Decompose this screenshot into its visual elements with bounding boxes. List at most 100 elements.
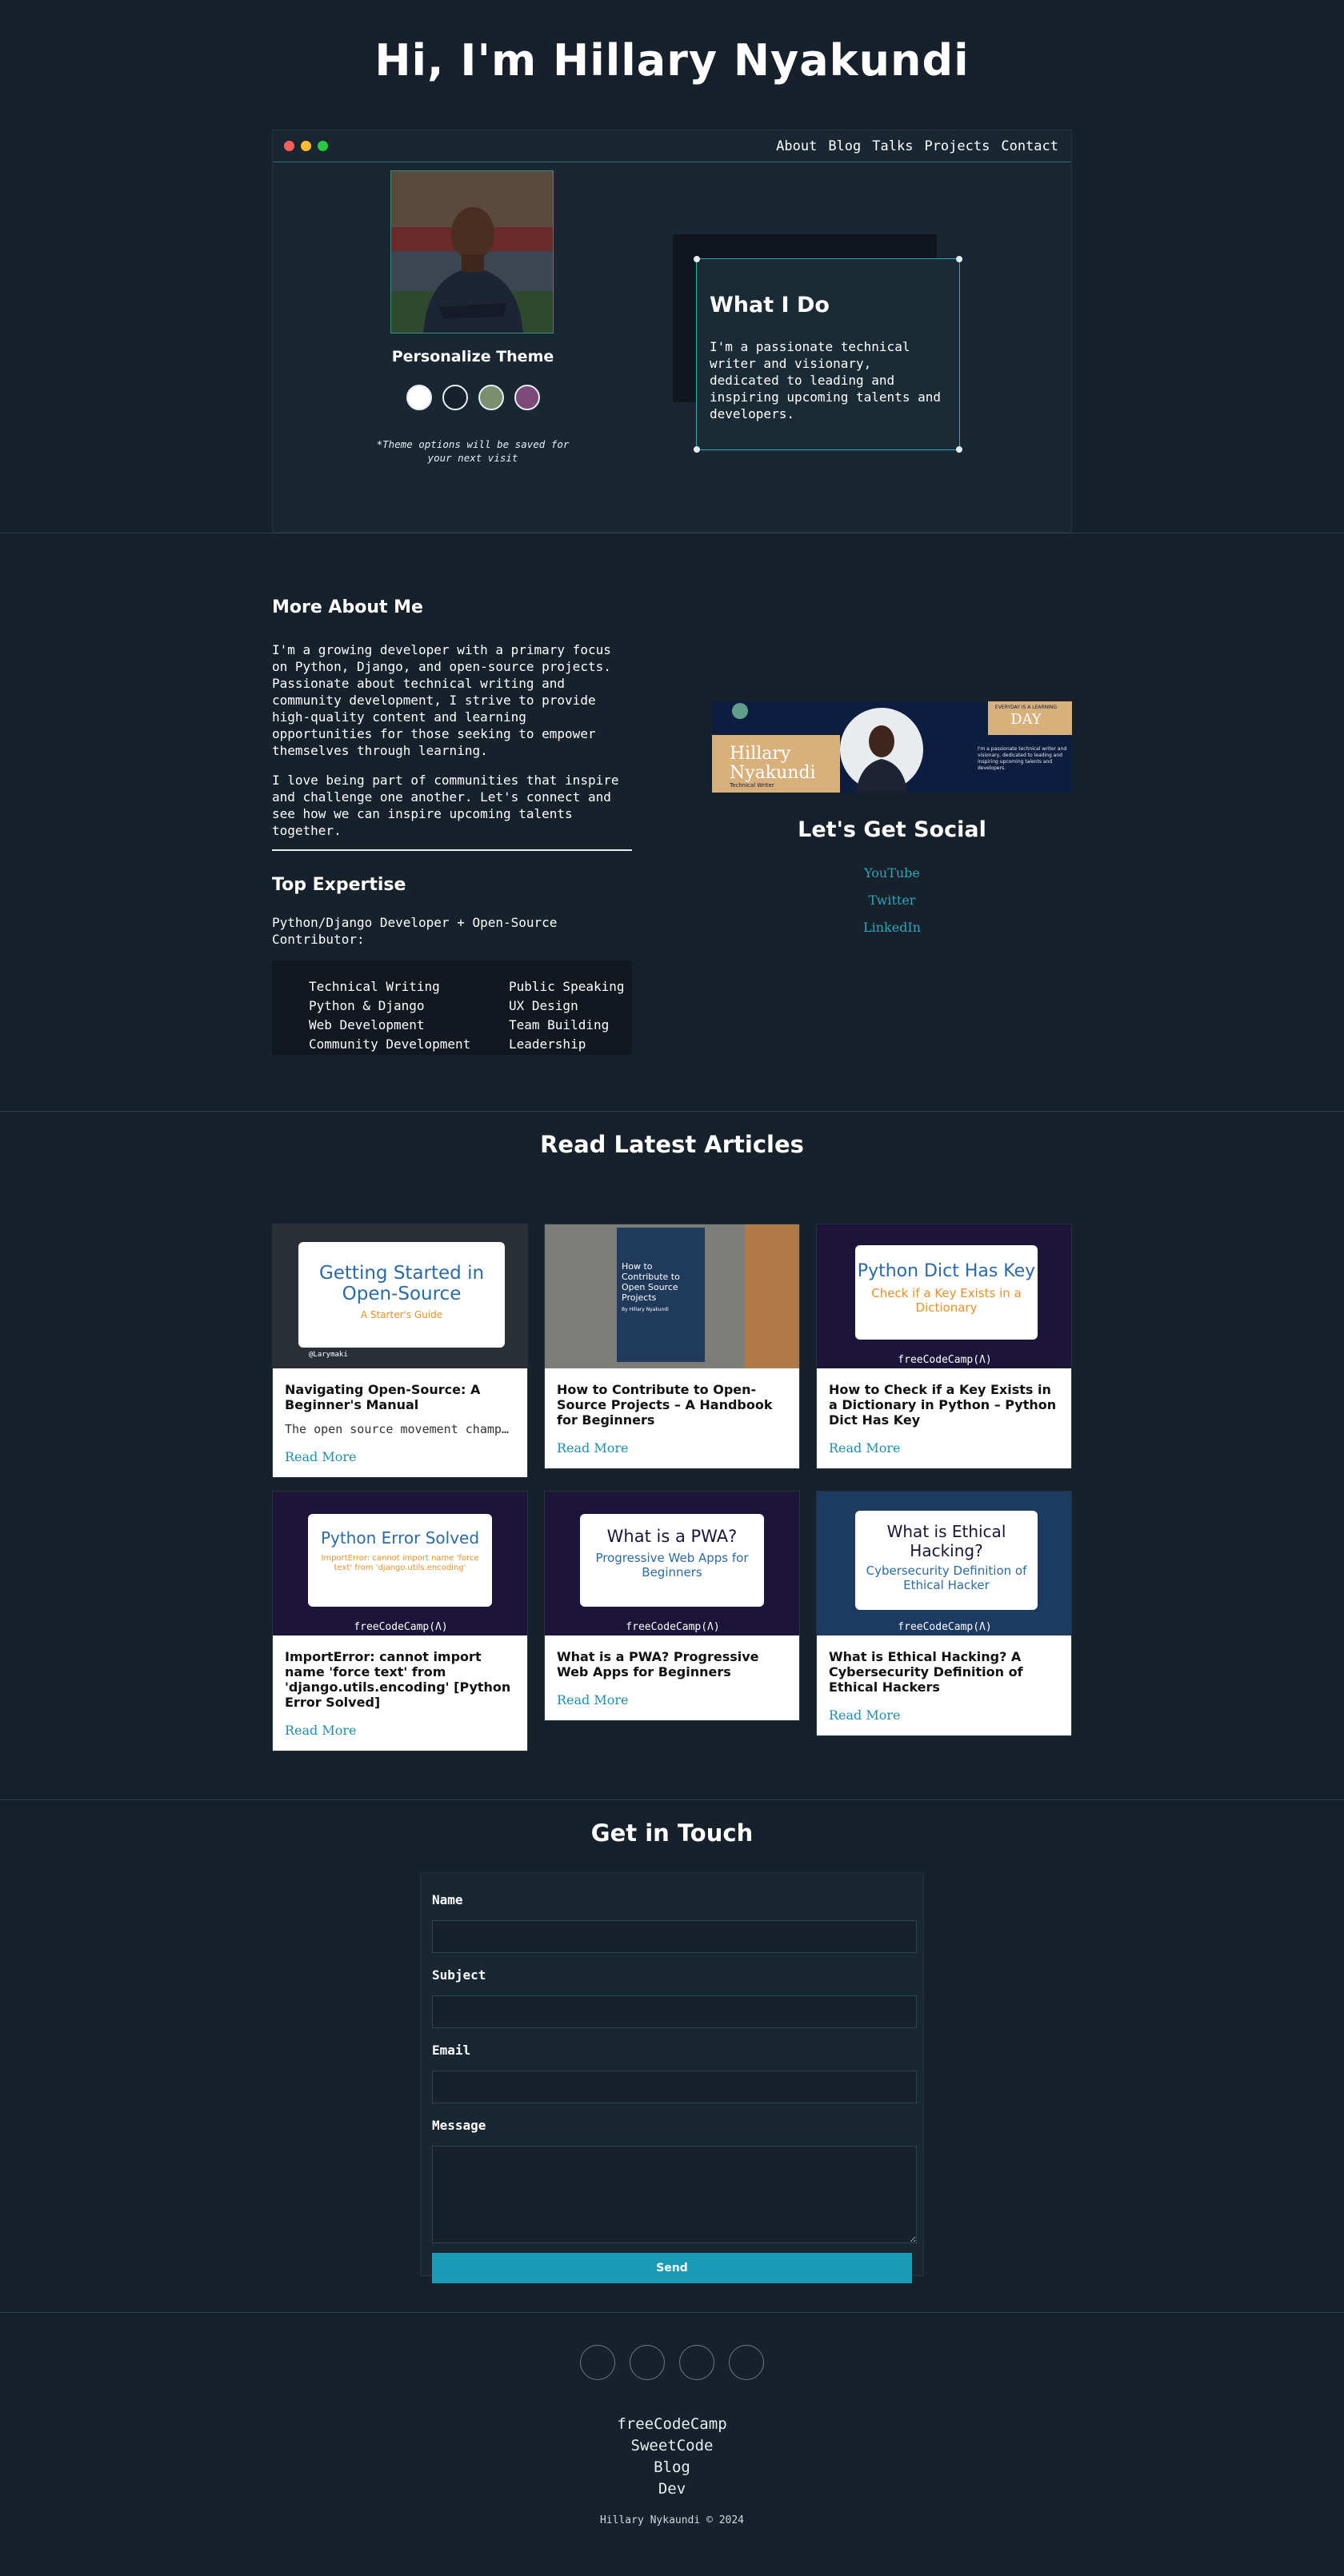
- theme-swatches: [273, 385, 673, 410]
- footer-link-freecodecamp[interactable]: freeCodeCamp: [0, 2415, 1344, 2433]
- copyright: Hillary Nykaundi © 2024: [599, 2514, 744, 2526]
- youtube-link[interactable]: YouTube: [712, 865, 1072, 881]
- email-label: Email: [432, 2043, 471, 2058]
- what-i-do-title: What I Do: [710, 293, 830, 318]
- article-thumbnail: How to Contribute to Open Source Project…: [545, 1224, 799, 1368]
- swatch-purple[interactable]: [514, 385, 540, 410]
- message-label: Message: [432, 2118, 486, 2133]
- article-card[interactable]: Python Dict Has Key Check if a Key Exist…: [816, 1224, 1072, 1469]
- article-card[interactable]: Python Error Solved ImportError: cannot …: [272, 1491, 528, 1751]
- nav-contact[interactable]: Contact: [1001, 138, 1058, 154]
- expertise-item: Leadership: [509, 1036, 586, 1052]
- resize-handle[interactable]: [694, 256, 700, 262]
- what-i-do-card: What I Do I'm a passionate technical wri…: [694, 256, 962, 453]
- footer-link-dev[interactable]: Dev: [0, 2480, 1344, 2498]
- expertise-item: Team Building: [509, 1017, 610, 1032]
- banner-day-sub: EVERYDAY IS A LEARNING: [994, 705, 1058, 710]
- main-nav: About Blog Talks Projects Contact: [776, 138, 1058, 154]
- theme-title: Personalize Theme: [391, 348, 554, 365]
- nav-projects[interactable]: Projects: [924, 138, 990, 154]
- expertise-title: Top Expertise: [272, 875, 406, 895]
- profile-banner: Hillary Nyakundi Technical Writer EVERYDA…: [712, 701, 1072, 793]
- read-more-link[interactable]: Read More: [273, 1710, 527, 1751]
- maximize-dot[interactable]: [318, 141, 328, 151]
- article-thumbnail: Getting Started in Open-Source A Starter…: [273, 1224, 527, 1368]
- twitter-link[interactable]: Twitter: [712, 893, 1072, 908]
- article-title[interactable]: Navigating Open-Source: A Beginner's Man…: [273, 1368, 527, 1412]
- article-thumbnail: Python Error Solved ImportError: cannot …: [273, 1492, 527, 1635]
- email-input[interactable]: [432, 2071, 917, 2103]
- about-title: More About Me: [272, 597, 423, 617]
- read-more-link[interactable]: Read More: [817, 1428, 1071, 1468]
- banner-role: Technical Writer: [730, 782, 774, 789]
- article-title[interactable]: How to Contribute to Open-Source Project…: [545, 1368, 799, 1428]
- nav-about[interactable]: About: [776, 138, 817, 154]
- subject-input[interactable]: [432, 1995, 917, 2028]
- contact-title: Get in Touch: [590, 1819, 754, 1847]
- facebook-icon[interactable]: [729, 2345, 764, 2380]
- divider: [272, 849, 632, 851]
- expertise-subtitle: Python/Django Developer + Open-Source Co…: [272, 915, 558, 947]
- twitter-icon[interactable]: [679, 2345, 714, 2380]
- resize-handle[interactable]: [956, 446, 962, 453]
- subject-label: Subject: [432, 1967, 486, 1983]
- resize-handle[interactable]: [694, 446, 700, 453]
- linkedin-link[interactable]: LinkedIn: [712, 920, 1072, 935]
- expertise-item: Python & Django: [309, 998, 425, 1013]
- read-more-link[interactable]: Read More: [545, 1428, 799, 1468]
- article-thumbnail: What is Ethical Hacking? Cybersecurity D…: [817, 1492, 1071, 1635]
- articles-section: Read Latest Articles Getting Started in …: [272, 1112, 1072, 1799]
- about-paragraph-1: I'm a growing developer with a primary f…: [272, 642, 611, 758]
- about-paragraph-2: I love being part of communities that in…: [272, 773, 619, 838]
- read-more-link[interactable]: Read More: [273, 1436, 527, 1477]
- close-dot[interactable]: [284, 141, 294, 151]
- article-card[interactable]: What is Ethical Hacking? Cybersecurity D…: [816, 1491, 1072, 1736]
- name-label: Name: [432, 1892, 463, 1907]
- read-more-link[interactable]: Read More: [817, 1695, 1071, 1735]
- footer-link-blog[interactable]: Blog: [0, 2458, 1344, 2476]
- what-i-do-text: I'm a passionate technical writer and vi…: [710, 339, 941, 421]
- article-card[interactable]: How to Contribute to Open Source Project…: [544, 1224, 800, 1469]
- page-title: Hi, I'm Hillary Nyakundi: [374, 34, 970, 86]
- article-title[interactable]: What is a PWA? Progressive Web Apps for …: [545, 1635, 799, 1679]
- footer-link-sweetcode[interactable]: SweetCode: [0, 2437, 1344, 2454]
- hero-window: About Blog Talks Projects Contact Person…: [272, 130, 1072, 533]
- swatch-white[interactable]: [406, 385, 432, 410]
- expertise-item: UX Design: [509, 998, 578, 1013]
- resize-handle[interactable]: [956, 256, 962, 262]
- expertise-item: Public Speaking: [509, 979, 625, 994]
- about-section: More About Me I'm a growing developer wi…: [272, 533, 1072, 1111]
- swatch-dark[interactable]: [442, 385, 468, 410]
- article-excerpt: The open source movement champions trans…: [285, 1422, 527, 1436]
- expertise-item: Web Development: [309, 1017, 425, 1032]
- article-title[interactable]: How to Check if a Key Exists in a Dictio…: [817, 1368, 1071, 1428]
- site-footer: freeCodeCamp SweetCode Blog Dev Hillary …: [0, 2313, 1344, 2564]
- article-title[interactable]: What is Ethical Hacking? A Cybersecurity…: [817, 1635, 1071, 1695]
- article-thumbnail: Python Dict Has Key Check if a Key Exist…: [817, 1224, 1071, 1368]
- expertise-item: Technical Writing: [309, 979, 440, 994]
- expertise-list: Technical Writing Public Speaking Python…: [272, 961, 632, 1055]
- read-more-link[interactable]: Read More: [545, 1679, 799, 1720]
- send-button[interactable]: Send: [432, 2253, 912, 2283]
- social-links: YouTube Twitter LinkedIn: [712, 865, 1072, 947]
- article-card[interactable]: Getting Started in Open-Source A Starter…: [272, 1224, 528, 1478]
- footer-links: freeCodeCamp SweetCode Blog Dev: [0, 2415, 1344, 2502]
- banner-blurb: I'm a passionate technical writer and vi…: [978, 746, 1067, 771]
- minimize-dot[interactable]: [301, 141, 311, 151]
- nav-blog[interactable]: Blog: [828, 138, 861, 154]
- swatch-green[interactable]: [478, 385, 504, 410]
- banner-name: Hillary Nyakundi: [730, 744, 816, 783]
- linkedin-icon[interactable]: [630, 2345, 665, 2380]
- article-title[interactable]: ImportError: cannot import name 'force t…: [273, 1635, 527, 1710]
- banner-day: DAY: [1010, 711, 1042, 728]
- articles-title: Read Latest Articles: [540, 1131, 804, 1158]
- contact-section: Get in Touch Name Subject Email Message …: [272, 1800, 1072, 2312]
- article-thumbnail: What is a PWA? Progressive Web Apps for …: [545, 1492, 799, 1635]
- social-icons: [0, 2345, 1344, 2380]
- instagram-icon[interactable]: [580, 2345, 615, 2380]
- nav-talks[interactable]: Talks: [872, 138, 913, 154]
- name-input[interactable]: [432, 1920, 917, 1953]
- message-textarea[interactable]: [432, 2146, 917, 2243]
- expertise-item: Community Development: [309, 1036, 471, 1052]
- article-card[interactable]: What is a PWA? Progressive Web Apps for …: [544, 1491, 800, 1721]
